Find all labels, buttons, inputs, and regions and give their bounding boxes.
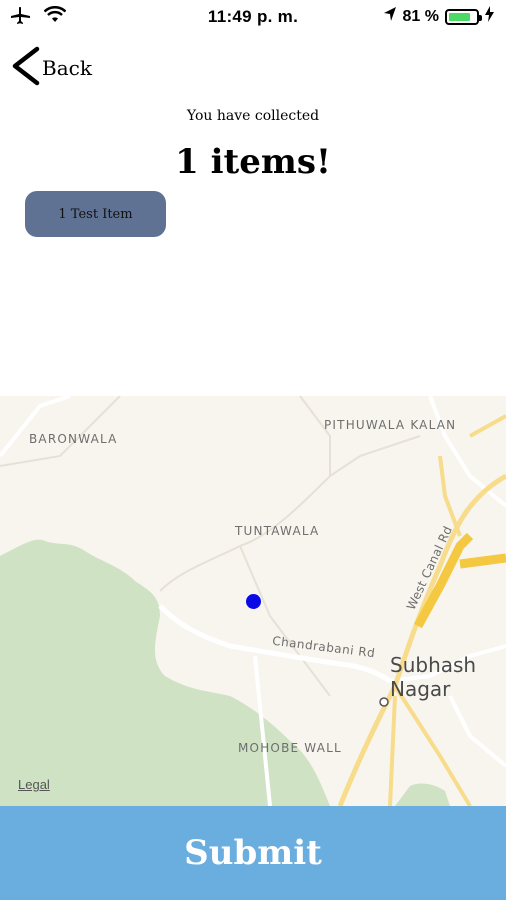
battery-fill (449, 12, 470, 21)
battery-icon (445, 8, 482, 25)
forest-area (0, 539, 330, 806)
road (428, 396, 506, 508)
location-arrow-icon (383, 6, 397, 27)
battery-percent: 81 % (402, 7, 439, 25)
forest-area (395, 783, 450, 806)
map-view[interactable]: BARONWALA PITHUWALA KALAN TUNTAWALA Chan… (0, 396, 506, 806)
back-label: Back (42, 56, 92, 80)
map-label-nagar: Nagar (390, 677, 451, 701)
status-right: 81 % (383, 6, 494, 27)
trail (159, 435, 421, 592)
trail (239, 545, 331, 697)
chevron-left-icon (12, 46, 40, 86)
trail (299, 396, 331, 476)
map-label-mohobe: MOHOBE WALL (238, 741, 342, 755)
charging-bolt-icon (485, 6, 494, 27)
submit-label: Submit (184, 833, 322, 873)
highway (459, 553, 506, 569)
map-label-tuntawala: TUNTAWALA (235, 524, 320, 538)
item-label: 1 Test Item (58, 206, 133, 222)
road-yellow (388, 695, 397, 806)
back-button[interactable]: Back (10, 46, 92, 86)
map-legal-link[interactable]: Legal (18, 777, 50, 792)
collected-item-chip[interactable]: 1 Test Item (25, 191, 166, 237)
location-pin-icon[interactable] (246, 594, 261, 609)
road-yellow (337, 473, 506, 806)
map-label-baronwala: BARONWALA (29, 432, 118, 446)
submit-button[interactable]: Submit (0, 806, 506, 900)
status-bar: 11:49 p. m. 81 % (0, 0, 506, 34)
road (0, 396, 71, 458)
road (448, 695, 506, 768)
map-label-pithuwala: PITHUWALA KALAN (324, 418, 457, 432)
road-yellow (469, 414, 506, 438)
collected-count: 1 items! (175, 142, 331, 182)
collected-label: You have collected (186, 108, 320, 124)
map-label-subhash: Subhash (390, 653, 477, 677)
map-poi (379, 697, 389, 707)
